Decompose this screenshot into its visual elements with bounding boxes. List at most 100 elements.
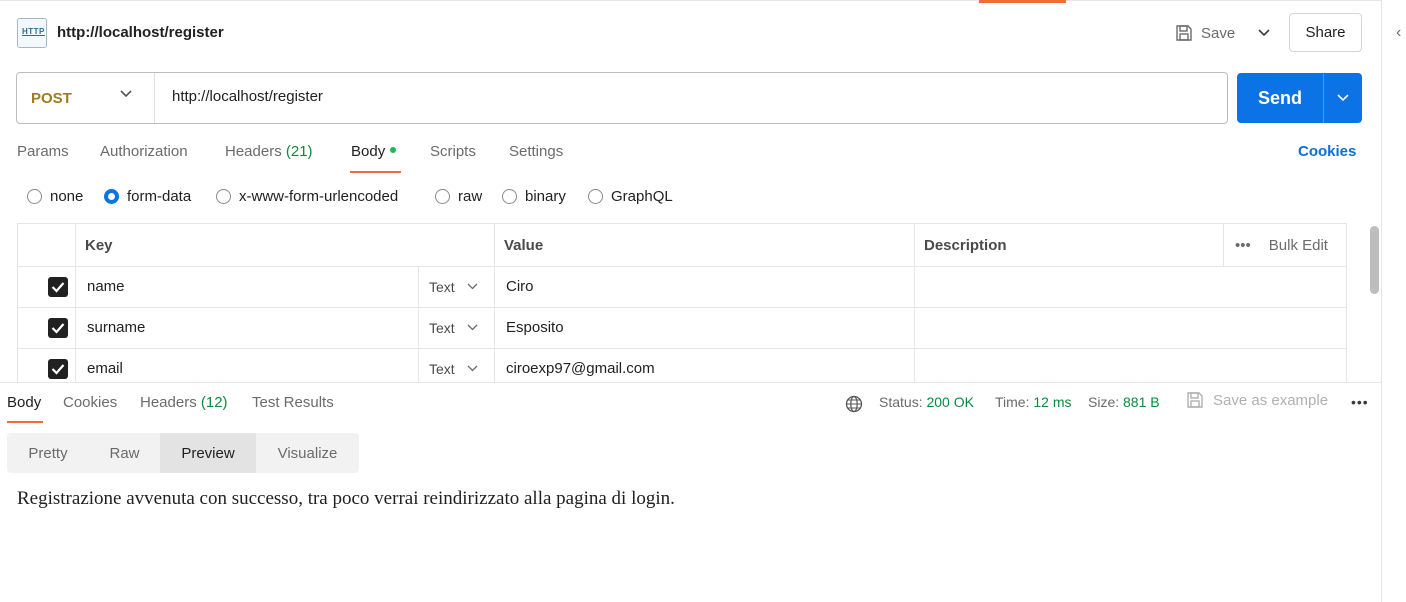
radio-label: raw bbox=[458, 188, 483, 205]
response-view-selector: Pretty Raw Preview Visualize bbox=[7, 433, 359, 473]
radio-circle-selected bbox=[104, 189, 119, 204]
response-tab-headers[interactable]: Headers (12) bbox=[140, 394, 228, 411]
row-enabled-checkbox[interactable] bbox=[48, 276, 68, 297]
response-active-underline bbox=[7, 421, 43, 423]
time-label: Time: bbox=[995, 394, 1030, 410]
response-tab-body[interactable]: Body bbox=[7, 394, 41, 411]
radio-label: binary bbox=[525, 188, 566, 205]
headers-count: (12) bbox=[200, 394, 228, 411]
radio-raw[interactable]: raw bbox=[435, 188, 482, 205]
bulk-edit-area: ••• Bulk Edit bbox=[1223, 224, 1346, 266]
row-type-select[interactable]: Text bbox=[429, 307, 478, 348]
checkmark-icon bbox=[51, 322, 65, 334]
save-as-example-button[interactable]: Save as example bbox=[1186, 391, 1328, 409]
save-as-example-label: Save as example bbox=[1213, 391, 1329, 409]
tab-settings[interactable]: Settings bbox=[509, 143, 563, 160]
type-label: Text bbox=[429, 319, 455, 336]
response-tab-test-results[interactable]: Test Results bbox=[252, 394, 334, 411]
body-indicator-dot bbox=[390, 147, 397, 154]
radio-circle bbox=[27, 189, 42, 204]
row-value[interactable]: ciroexp97@gmail.com bbox=[506, 348, 655, 383]
method-select[interactable]: POST bbox=[17, 73, 155, 123]
send-button-group: Send bbox=[1237, 73, 1362, 123]
radio-label: form-data bbox=[127, 188, 192, 205]
tab-body[interactable]: Body bbox=[351, 143, 397, 160]
radio-none[interactable]: none bbox=[27, 188, 83, 205]
column-header-key: Key bbox=[85, 236, 113, 254]
chevron-down-icon bbox=[467, 365, 478, 372]
save-icon bbox=[1176, 25, 1192, 41]
time-readout[interactable]: Time: 12 ms bbox=[995, 394, 1072, 410]
row-key[interactable]: surname bbox=[87, 307, 145, 348]
cookies-link[interactable]: Cookies bbox=[1298, 143, 1356, 160]
tab-scripts[interactable]: Scripts bbox=[430, 143, 476, 160]
view-raw[interactable]: Raw bbox=[89, 433, 160, 473]
tab-authorization[interactable]: Authorization bbox=[100, 143, 188, 160]
response-tab-cookies[interactable]: Cookies bbox=[63, 394, 117, 411]
send-button[interactable]: Send bbox=[1237, 73, 1323, 123]
radio-label: x-www-form-urlencoded bbox=[239, 188, 399, 205]
save-icon bbox=[1187, 392, 1203, 408]
chevron-down-icon bbox=[467, 283, 478, 290]
right-sidebar-rail bbox=[1381, 0, 1406, 602]
tab-headers[interactable]: Headers (21) bbox=[225, 143, 313, 160]
radio-form-data[interactable]: form-data bbox=[104, 188, 191, 205]
method-label: POST bbox=[31, 89, 72, 107]
share-button[interactable]: Share bbox=[1289, 13, 1362, 52]
row-value[interactable]: Ciro bbox=[506, 266, 534, 307]
row-type-select[interactable]: Text bbox=[429, 348, 478, 383]
time-value: 12 ms bbox=[1033, 394, 1072, 410]
table-row bbox=[48, 348, 68, 383]
table-row bbox=[48, 266, 68, 307]
url-input[interactable]: http://localhost/register bbox=[172, 88, 323, 105]
view-visualize[interactable]: Visualize bbox=[256, 433, 359, 473]
radio-binary[interactable]: binary bbox=[502, 188, 566, 205]
row-type-select[interactable]: Text bbox=[429, 266, 478, 307]
table-scrollbar[interactable] bbox=[1370, 226, 1379, 294]
save-button[interactable]: Save bbox=[1175, 20, 1235, 46]
response-divider[interactable] bbox=[0, 382, 1382, 383]
tab-label: Settings bbox=[509, 143, 564, 160]
tab-params[interactable]: Params bbox=[17, 143, 69, 160]
type-label: Text bbox=[429, 278, 455, 295]
save-label: Save bbox=[1201, 24, 1236, 42]
tab-label: Body bbox=[351, 143, 386, 160]
status-label: Status: bbox=[879, 394, 923, 410]
status-value: 200 OK bbox=[926, 394, 974, 410]
tab-label: Headers bbox=[140, 394, 197, 411]
radio-x-www-form-urlencoded[interactable]: x-www-form-urlencoded bbox=[216, 188, 398, 205]
row-key[interactable]: name bbox=[87, 266, 125, 307]
radio-circle bbox=[216, 189, 231, 204]
radio-label: GraphQL bbox=[611, 188, 673, 205]
row-value[interactable]: Esposito bbox=[506, 307, 564, 348]
response-preview-text: Registrazione avvenuta con successo, tra… bbox=[17, 488, 675, 509]
radio-graphql[interactable]: GraphQL bbox=[588, 188, 673, 205]
column-header-description: Description bbox=[924, 236, 1007, 254]
radio-label: none bbox=[50, 188, 84, 205]
row-divider bbox=[18, 307, 1346, 308]
bulk-edit-button[interactable]: Bulk Edit bbox=[1269, 237, 1328, 254]
column-divider bbox=[418, 266, 419, 383]
row-enabled-checkbox[interactable] bbox=[48, 358, 68, 379]
request-title[interactable]: http://localhost/register bbox=[57, 24, 224, 41]
column-header-value: Value bbox=[504, 236, 544, 254]
collapse-chevron-icon[interactable]: ‹ bbox=[1396, 24, 1401, 42]
view-pretty[interactable]: Pretty bbox=[7, 433, 89, 473]
send-options-chevron-icon[interactable] bbox=[1324, 73, 1362, 123]
tab-label: Params bbox=[17, 143, 69, 160]
status-readout[interactable]: Status: 200 OK bbox=[879, 394, 974, 410]
more-options-icon[interactable]: ••• bbox=[1235, 237, 1251, 254]
row-key[interactable]: email bbox=[87, 348, 123, 383]
radio-circle bbox=[502, 189, 517, 204]
save-options-chevron-icon[interactable] bbox=[1255, 22, 1273, 44]
tab-label: Headers bbox=[225, 143, 282, 160]
view-preview[interactable]: Preview bbox=[160, 433, 256, 473]
chevron-down-icon bbox=[467, 324, 478, 331]
headers-count: (21) bbox=[285, 143, 313, 160]
size-readout[interactable]: Size: 881 B bbox=[1088, 394, 1160, 410]
globe-icon[interactable] bbox=[845, 395, 863, 416]
active-tab-accent bbox=[979, 0, 1066, 3]
row-enabled-checkbox[interactable] bbox=[48, 317, 68, 338]
radio-circle bbox=[435, 189, 450, 204]
more-options-icon[interactable]: ••• bbox=[1351, 394, 1369, 410]
